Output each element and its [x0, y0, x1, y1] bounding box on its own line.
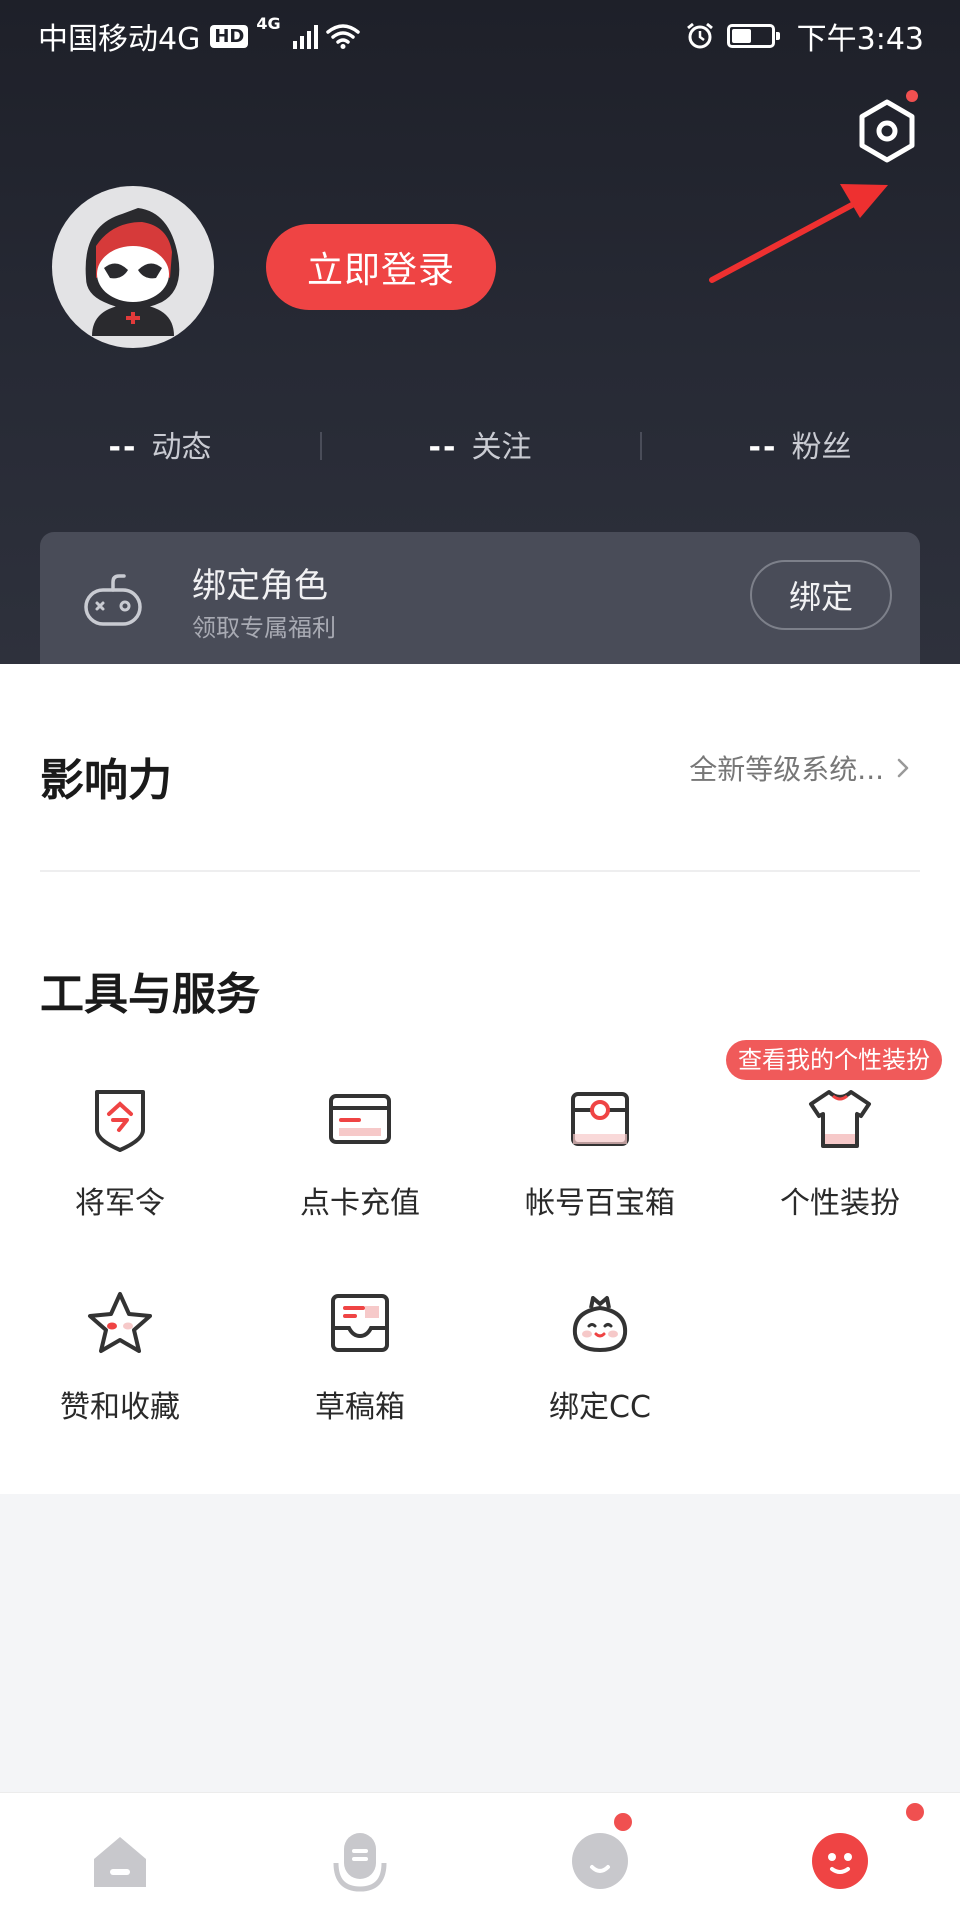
hd-badge: HD — [210, 24, 249, 48]
nav-profile-badge — [906, 1803, 924, 1821]
stat-posts[interactable]: -- 动态 — [0, 420, 320, 476]
tool-label: 绑定CC — [549, 1390, 651, 1425]
network-type: 4G — [256, 14, 281, 33]
stat-following-value: -- — [428, 430, 458, 465]
tool-account-treasure[interactable]: 帐号百宝箱 — [480, 1084, 720, 1244]
stat-fans-label: 粉丝 — [791, 430, 852, 465]
nav-chat[interactable] — [480, 1793, 720, 1921]
chat-icon — [572, 1833, 628, 1889]
status-left: 中国移动4G HD 4G — [38, 14, 360, 58]
signal-icon — [292, 23, 318, 49]
profile-icon — [812, 1833, 868, 1889]
avatar[interactable] — [52, 186, 214, 348]
chevron-right-icon — [897, 758, 909, 778]
status-right: 下午3:43 — [685, 14, 924, 58]
bind-role-subtitle: 领取专属福利 — [192, 614, 336, 642]
tool-personal-outfit[interactable]: 个性装扮 — [720, 1084, 960, 1244]
stat-following[interactable]: -- 关注 — [320, 420, 640, 476]
status-bar: 中国移动4G HD 4G 下午3:43 — [0, 0, 960, 64]
tool-label: 将军令 — [75, 1186, 165, 1221]
section-divider — [40, 870, 920, 872]
card-icon — [329, 1094, 391, 1144]
stats-divider — [640, 432, 642, 460]
outfit-tooltip[interactable]: 查看我的个性装扮 — [726, 1040, 942, 1080]
tool-likes-favorites[interactable]: 赞和收藏 — [0, 1288, 240, 1448]
battery-icon — [726, 24, 780, 48]
stat-posts-value: -- — [108, 430, 138, 465]
star-icon — [88, 1292, 152, 1353]
cc-mascot-icon — [572, 1296, 628, 1353]
tool-label: 帐号百宝箱 — [525, 1186, 675, 1221]
login-button[interactable]: 立即登录 — [266, 224, 496, 310]
nav-voice[interactable] — [240, 1793, 480, 1921]
profile-header: 中国移动4G HD 4G 下午3:43 立即登录 -- 动态 -- 关注 -- … — [0, 0, 960, 672]
nav-chat-badge — [614, 1813, 632, 1831]
nav-home[interactable] — [0, 1793, 240, 1921]
tshirt-icon — [809, 1090, 871, 1148]
avatar-mascot-icon — [85, 208, 180, 336]
bind-button[interactable]: 绑定 — [750, 560, 892, 630]
tool-label: 个性装扮 — [780, 1186, 900, 1221]
drafts-icon — [331, 1294, 389, 1352]
annotation-arrow-icon — [709, 184, 888, 283]
gamepad-icon — [84, 574, 142, 626]
tool-label: 点卡充值 — [300, 1186, 420, 1221]
tool-label: 草稿箱 — [315, 1390, 405, 1425]
bind-role-title: 绑定角色 — [192, 566, 328, 606]
tool-general-token[interactable]: 将军令 — [0, 1084, 240, 1244]
home-icon — [94, 1837, 146, 1887]
influence-title: 影响力 — [40, 755, 172, 806]
shield-token-icon — [95, 1090, 145, 1152]
bind-role-card[interactable]: 绑定角色 领取专属福利 绑定 — [40, 532, 920, 672]
alarm-icon — [686, 22, 713, 49]
tool-card-recharge[interactable]: 点卡充值 — [240, 1084, 480, 1244]
tool-drafts[interactable]: 草稿箱 — [240, 1288, 480, 1448]
battery-fill — [731, 29, 751, 43]
stat-following-label: 关注 — [471, 430, 532, 465]
influence-link[interactable]: 全新等级系统... — [689, 748, 910, 788]
stat-posts-label: 动态 — [151, 430, 212, 465]
tool-label: 赞和收藏 — [60, 1390, 180, 1425]
tool-bind-cc[interactable]: 绑定CC — [480, 1288, 720, 1448]
settings-icon[interactable] — [852, 96, 922, 166]
tools-title: 工具与服务 — [40, 969, 260, 1020]
clock-text: 下午3:43 — [796, 22, 924, 57]
treasure-box-icon — [571, 1092, 629, 1146]
nav-profile[interactable] — [720, 1793, 960, 1921]
stat-fans-value: -- — [748, 430, 778, 465]
mic-icon — [333, 1833, 387, 1892]
stat-fans[interactable]: -- 粉丝 — [640, 420, 960, 476]
settings-badge-dot — [906, 90, 918, 102]
influence-link-text: 全新等级系统... — [689, 753, 884, 786]
stats-row: -- 动态 -- 关注 -- 粉丝 — [0, 420, 960, 476]
stats-divider — [320, 432, 322, 460]
bottom-nav — [0, 1792, 960, 1921]
carrier-text: 中国移动4G — [38, 22, 201, 57]
wifi-icon — [325, 24, 360, 49]
